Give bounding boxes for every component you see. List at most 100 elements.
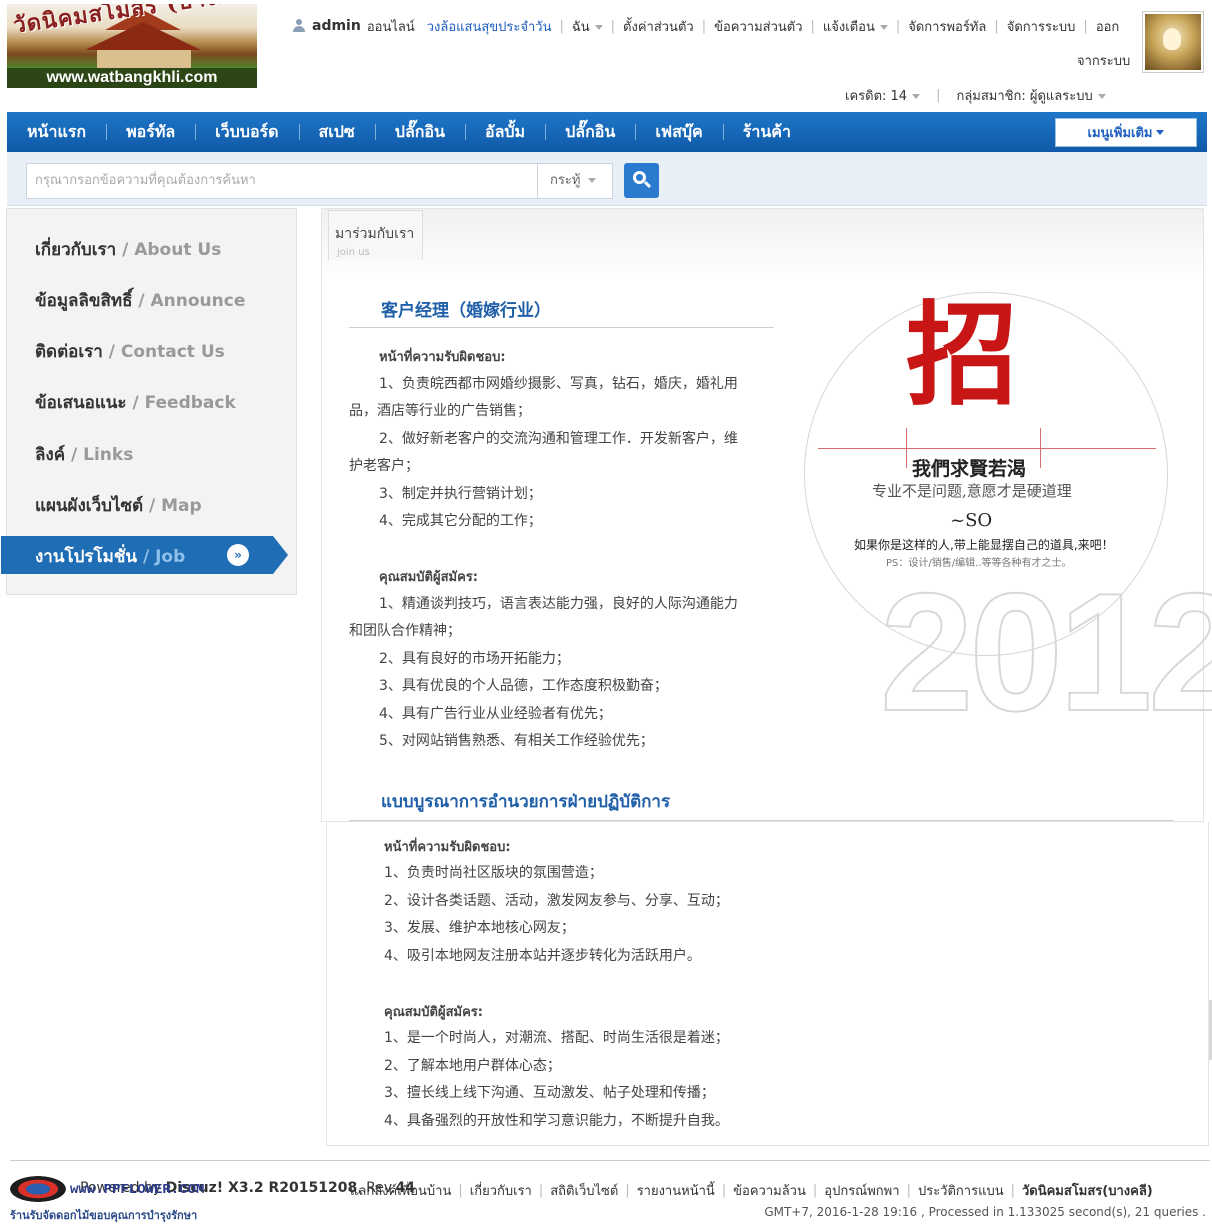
nav-portal[interactable]: พอร์ทัล <box>106 112 195 152</box>
sidebar-item-label-en: / Links <box>65 445 134 465</box>
system-admin-link[interactable]: จัดการระบบ <box>1007 16 1076 37</box>
me-menu[interactable]: ฉัน <box>572 16 603 37</box>
settings-link[interactable]: ตั้งค่าส่วนตัว <box>623 16 694 37</box>
separator: | <box>610 18 616 34</box>
requirement-line: 4、具有广告行业从业经验者有优先； <box>379 706 612 722</box>
sidebar-item-label-th: งานโปรโมชั่น <box>35 547 138 567</box>
separator: | <box>810 18 815 34</box>
search-button[interactable] <box>624 163 659 198</box>
sidebar-item-label-en: / Map <box>143 496 202 516</box>
requirement-line: 5、对网站销售熟悉、有相关工作经验优先； <box>379 733 654 749</box>
group-menu[interactable]: กลุ่มสมาชิก: ผู้ดูแลระบบ <box>956 85 1106 106</box>
nav-home[interactable]: หน้าแรก <box>7 112 106 152</box>
duty-line: 护老客户； <box>349 458 419 474</box>
footer-site-name[interactable]: วัดนิคมสโมสร(บางคลี) <box>1022 1180 1153 1201</box>
footer-logo-subtext: ร้านรับจัดดอกไม้ขอบคุณการบำรุงรักษา <box>10 1209 198 1222</box>
search-bar: กรุณากรอกข้อความที่คุณต้องการค้นหา กระทู… <box>7 152 1207 206</box>
footer-link-report[interactable]: รายงานหน้านี้ <box>637 1180 715 1201</box>
nav-forum[interactable]: เว็บบอร์ด <box>195 112 298 152</box>
portal-admin-link[interactable]: จัดการพอร์ทัล <box>908 16 986 37</box>
sidebar-item-label-en: / About Us <box>116 240 222 260</box>
tab-subtitle: join us <box>337 247 370 258</box>
sidebar-item-links[interactable]: ลิงค์ / Links <box>35 441 133 465</box>
separator: | <box>812 1183 818 1198</box>
sidebar-item-label-en: / Feedback <box>126 393 236 413</box>
separator: | <box>1010 1183 1015 1198</box>
nav-shop[interactable]: ร้านค้า <box>722 112 811 152</box>
requirements-label: คุณสมบัติผู้สมัคร: <box>384 1005 483 1020</box>
banner-line: ~SO <box>950 510 993 531</box>
job-title: 客户经理（婚嫁行业） <box>381 301 551 321</box>
nav-plugin-2[interactable]: ปลั๊กอิน <box>545 112 635 152</box>
sidebar: เกี่ยวกับเรา / About Us ข้อมูลลิขสิทธิ์ … <box>1 208 297 595</box>
online-status[interactable]: ออนไลน์ <box>367 16 415 37</box>
logout-link-continued[interactable]: จากระบบ <box>1077 50 1130 71</box>
sidebar-item-label-en: / Announce <box>132 291 246 311</box>
sidebar-item-label: เกี่ยวกับเรา <box>35 240 117 260</box>
chevron-down-icon <box>594 24 603 30</box>
chevron-down-icon <box>879 24 888 30</box>
chevron-down-icon <box>1097 93 1106 99</box>
banner-year: 2012 <box>879 558 1212 746</box>
separator: | <box>895 18 901 34</box>
chevron-down-icon <box>588 178 597 183</box>
separator: | <box>701 18 707 34</box>
banner-line: 专业不是问题,意愿才是硬道理 <box>872 482 1072 500</box>
footer-link-mobile[interactable]: อุปกรณ์พกพา <box>824 1180 899 1201</box>
nav-facebook[interactable]: เฟสบุ๊ค <box>635 112 722 152</box>
daily-wheel-link[interactable]: วงล้อแสนสุขประจำวัน <box>427 16 552 37</box>
more-menu-button[interactable]: เมนูเพิ่มเติม <box>1055 118 1197 147</box>
tab-join-us[interactable]: มาร่วมกับเรา join us <box>328 210 423 260</box>
caret-down-icon <box>1156 130 1165 135</box>
sidebar-item-label: ลิงค์ <box>35 445 66 465</box>
logout-link[interactable]: ออก <box>1096 16 1120 37</box>
requirement-line: 2、了解本地用户群体心态； <box>384 1058 561 1074</box>
double-chevron-right-icon: » <box>227 544 249 566</box>
me-menu-label: ฉัน <box>571 19 590 35</box>
duty-line: 1、负责时尚社区版块的氛围营造； <box>384 865 603 881</box>
banner-rule <box>818 448 1156 449</box>
duties-label: หน้าที่ความรับผิดชอบ: <box>379 350 506 365</box>
avatar[interactable] <box>1142 11 1204 73</box>
user-icon <box>292 19 306 33</box>
search-type-value: กระทู้ <box>550 173 581 188</box>
search-input[interactable]: กรุณากรอกข้อความที่คุณต้องการค้นหา <box>26 163 538 199</box>
duty-line: 3、制定并执行营销计划； <box>379 486 542 502</box>
footer-link-archiver[interactable]: ข้อความล้วน <box>733 1180 806 1201</box>
footer-link-stats[interactable]: สถิติเว็บไซต์ <box>550 1180 618 1201</box>
footer-link-about[interactable]: เกี่ยวกับเรา <box>470 1180 532 1201</box>
sidebar-item-about[interactable]: เกี่ยวกับเรา / About Us <box>35 236 221 260</box>
tab-title: มาร่วมกับเรา <box>335 226 415 242</box>
sidebar-item-label-en: / Job <box>137 547 186 567</box>
sidebar-item-job[interactable]: งานโปรโมชั่น / Job » <box>1 536 288 574</box>
sidebar-item-contact[interactable]: ติดต่อเรา / Contact Us <box>35 338 225 362</box>
sidebar-item-map[interactable]: แผนผังเว็บไซต์ / Map <box>35 492 202 516</box>
footer-link-exchange[interactable]: แลกลิงค์เพื่อนบ้าน <box>350 1180 451 1201</box>
footer-link-bans[interactable]: ประวัติการแบน <box>918 1180 1004 1201</box>
private-messages-link[interactable]: ข้อความส่วนตัว <box>714 16 802 37</box>
nav-plugin[interactable]: ปลั๊กอิน <box>374 112 465 152</box>
duty-line: 品，酒店等行业的广告销售； <box>349 403 531 419</box>
separator: | <box>936 87 941 103</box>
footer-logo-icon[interactable] <box>10 1176 66 1202</box>
separator: | <box>721 1183 727 1198</box>
sidebar-item-announce[interactable]: ข้อมูลลิขสิทธิ์ / Announce <box>35 287 245 311</box>
nav-space[interactable]: สเปซ <box>298 112 375 152</box>
divider <box>349 327 774 328</box>
site-logo[interactable]: วัดนิคมสโมสร (บางคลี) www.watbangkhli.co… <box>7 4 257 88</box>
credits-menu[interactable]: เครดิต: 14 <box>845 85 921 106</box>
separator: | <box>559 18 564 34</box>
requirement-line: 和团队合作精神； <box>349 623 461 639</box>
requirement-line: 2、具有良好的市场开拓能力； <box>379 651 570 667</box>
divider <box>349 820 1174 821</box>
credits-label: เครดิต: 14 <box>845 88 908 104</box>
duty-line: 4、吸引本地网友注册本站并逐步转化为活跃用户。 <box>384 948 701 964</box>
sidebar-item-feedback[interactable]: ข้อเสนอแนะ / Feedback <box>35 389 236 413</box>
footer-logo-text[interactable]: www.PPFLOWER.COM <box>70 1182 204 1198</box>
chevron-down-icon <box>912 93 921 99</box>
notifications-menu[interactable]: แจ้งเตือน <box>823 16 888 37</box>
username-link[interactable]: admin <box>312 18 361 34</box>
logo-url: www.watbangkhli.com <box>7 68 257 88</box>
nav-album[interactable]: อัลบั้ม <box>464 112 545 152</box>
search-type-select[interactable]: กระทู้ <box>537 163 613 199</box>
